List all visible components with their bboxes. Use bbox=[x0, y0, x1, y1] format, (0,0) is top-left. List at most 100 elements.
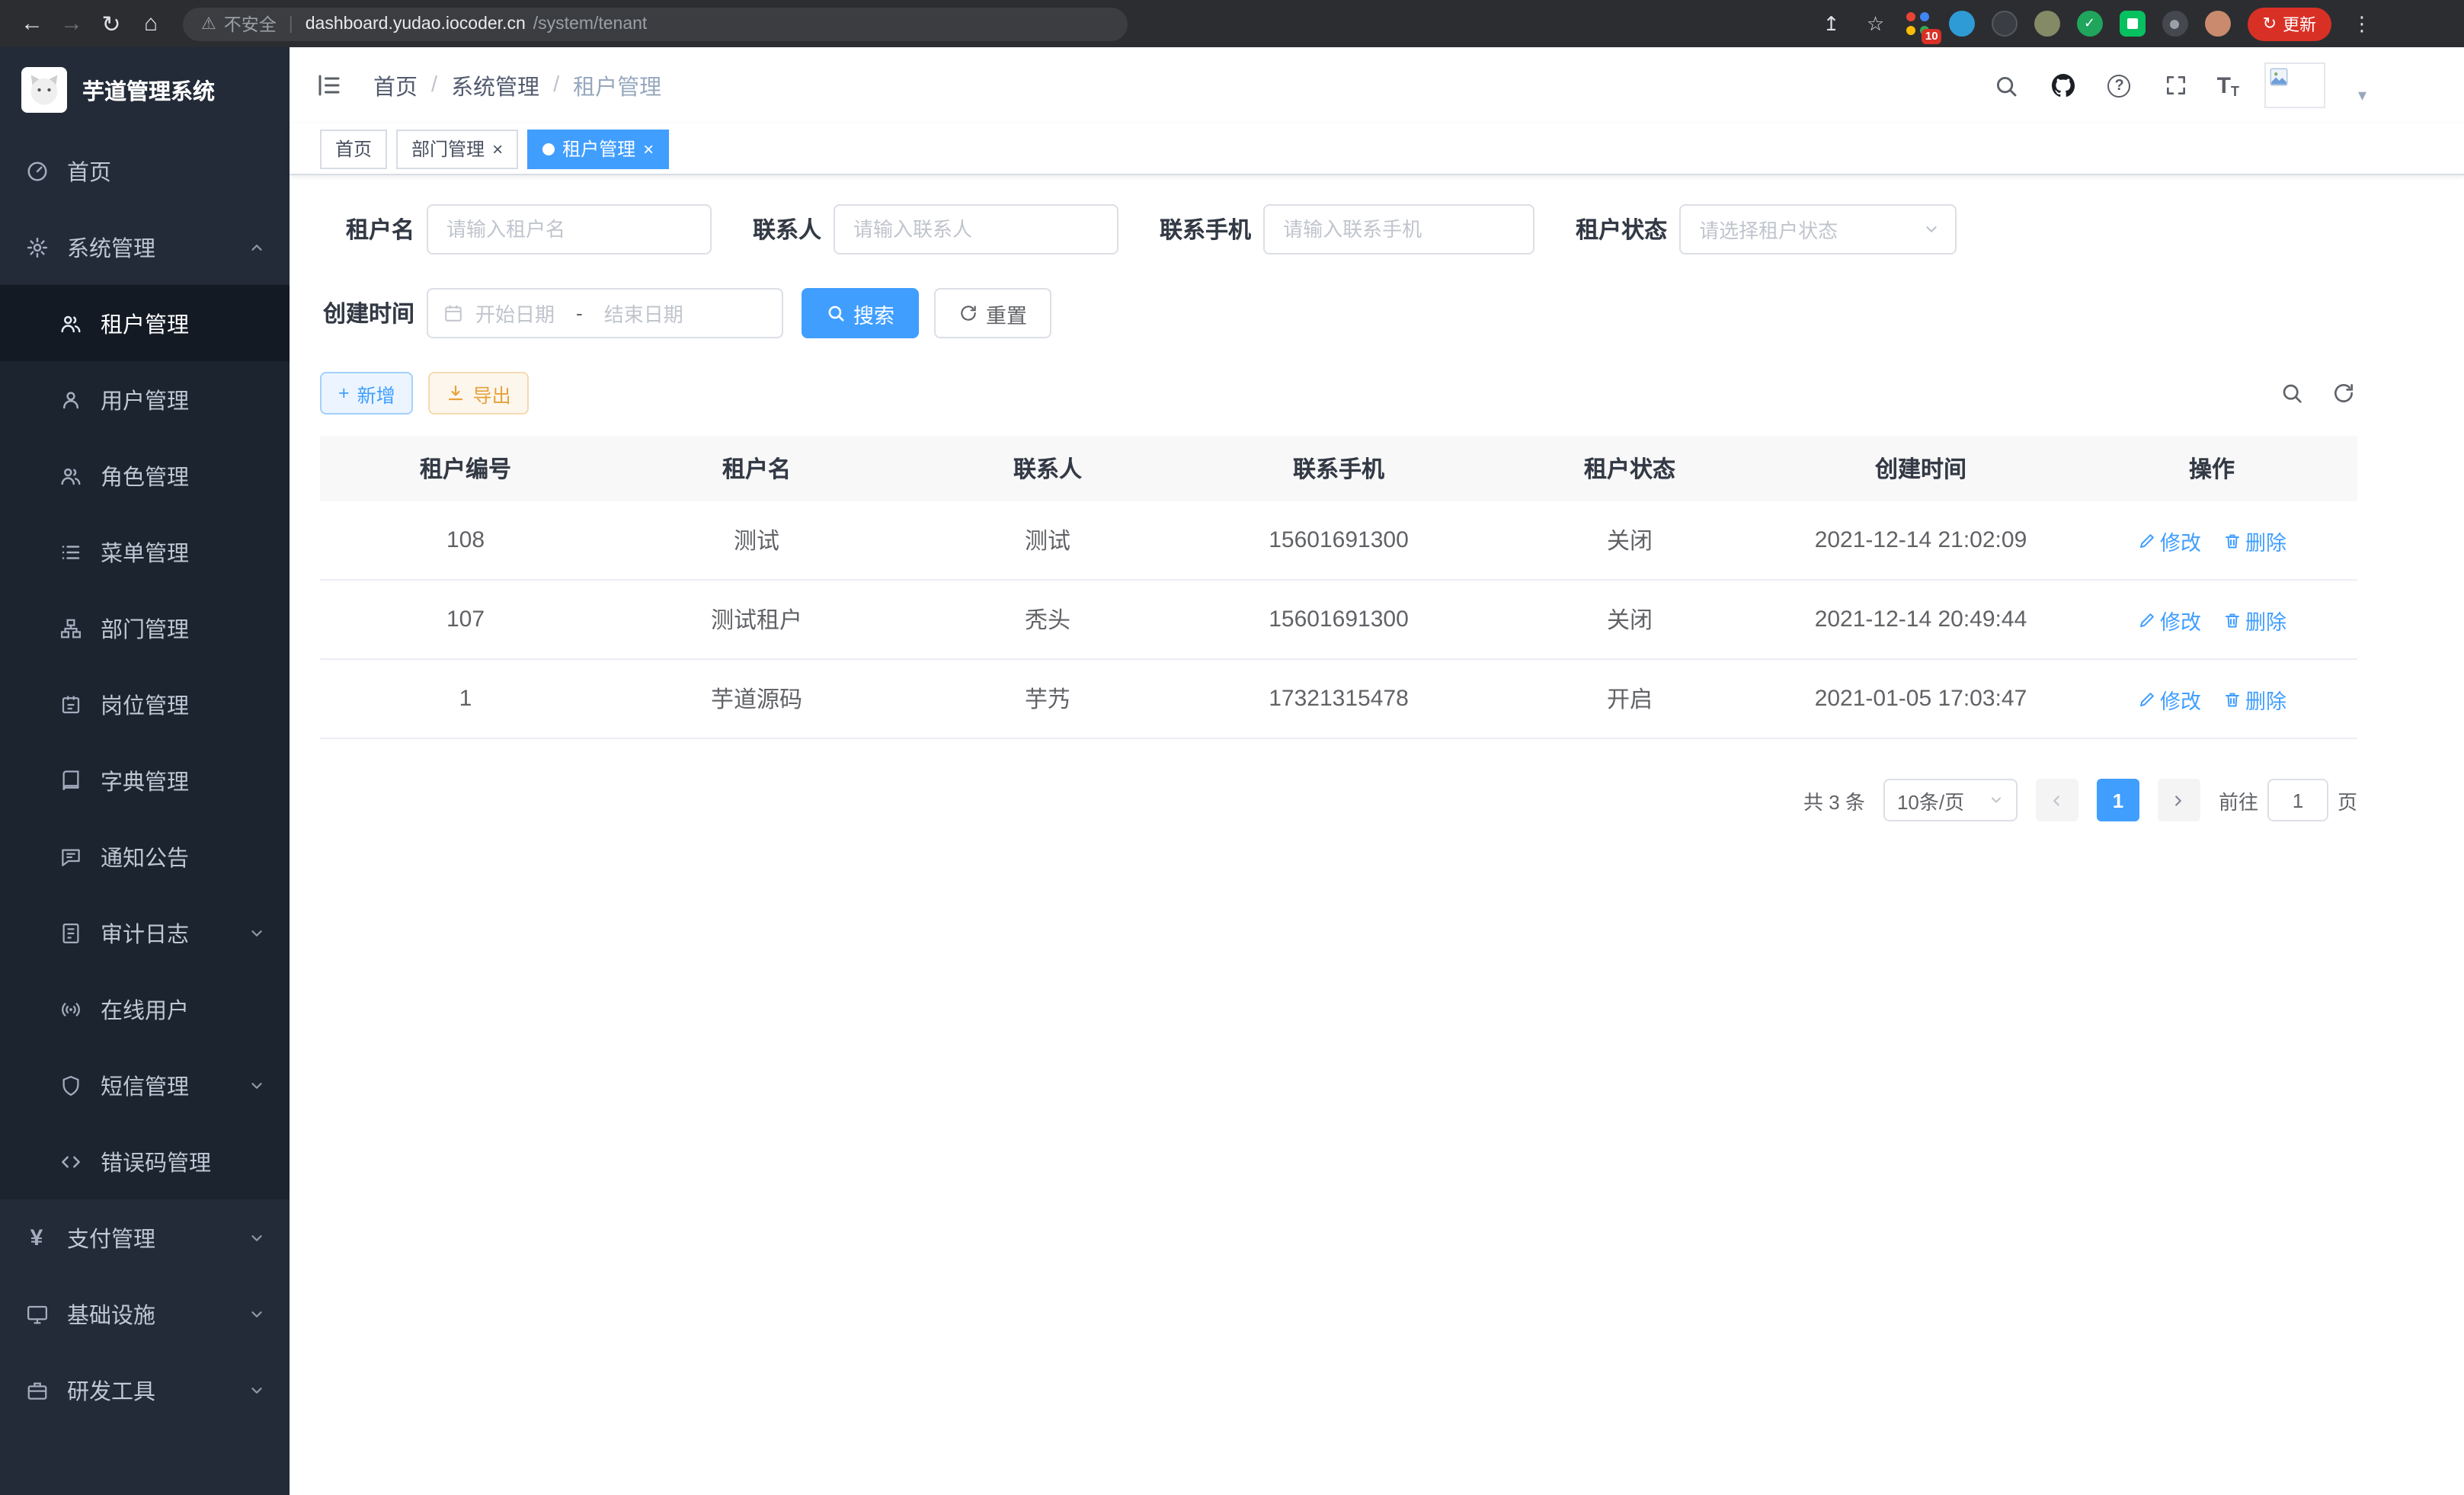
sidebar-item-menus[interactable]: 菜单管理 bbox=[0, 514, 290, 590]
sidebar-item-dev-tools[interactable]: 研发工具 bbox=[0, 1352, 290, 1428]
search-button[interactable]: 搜索 bbox=[802, 288, 919, 338]
status-select[interactable]: 请选择租户状态 bbox=[1679, 204, 1957, 255]
refresh-icon[interactable] bbox=[2330, 379, 2357, 407]
sidebar-item-tenant[interactable]: 租户管理 bbox=[0, 285, 290, 361]
page-size-select[interactable]: 10条/页 bbox=[1883, 779, 2018, 821]
tenant-name-input[interactable] bbox=[427, 204, 712, 255]
font-size-icon[interactable]: TT bbox=[2217, 72, 2239, 98]
download-icon bbox=[447, 384, 466, 402]
sidebar-item-posts[interactable]: 岗位管理 bbox=[0, 666, 290, 742]
chevron-down-icon bbox=[248, 1305, 265, 1322]
browser-menu-kebab-icon[interactable]: ⋮ bbox=[2348, 10, 2376, 37]
create-time-label: 创建时间 bbox=[320, 297, 414, 329]
fullscreen-icon[interactable] bbox=[2161, 70, 2191, 101]
back-icon[interactable]: ← bbox=[12, 5, 52, 42]
sidebar-item-sms[interactable]: 短信管理 bbox=[0, 1047, 290, 1123]
sidebar-item-infrastructure[interactable]: 基础设施 bbox=[0, 1276, 290, 1352]
plus-icon: + bbox=[338, 383, 350, 404]
edit-link[interactable]: 修改 bbox=[2137, 683, 2201, 714]
search-toggle-icon[interactable] bbox=[2278, 379, 2306, 407]
edit-link[interactable]: 修改 bbox=[2137, 525, 2201, 555]
share-icon[interactable]: ↥ bbox=[1818, 10, 1845, 37]
extension-badge: 10 bbox=[1922, 29, 1941, 44]
close-icon[interactable]: × bbox=[492, 139, 503, 158]
date-range-picker[interactable]: 开始日期 - 结束日期 bbox=[427, 288, 783, 338]
tab-department[interactable]: 部门管理 × bbox=[396, 129, 518, 168]
sidebar-item-users[interactable]: 用户管理 bbox=[0, 361, 290, 437]
contact-input[interactable] bbox=[834, 204, 1118, 255]
goto-label: 前往 bbox=[2219, 786, 2258, 815]
profile-avatar[interactable] bbox=[2205, 11, 2231, 37]
avatar[interactable] bbox=[2265, 62, 2326, 108]
page-number-1[interactable]: 1 bbox=[2097, 779, 2139, 821]
omnibox-divider: | bbox=[289, 14, 293, 33]
navbar-actions: ? TT ▾ bbox=[1992, 62, 2366, 108]
sidebar-item-audit-log[interactable]: 审计日志 bbox=[0, 895, 290, 971]
shield-icon bbox=[58, 1073, 82, 1097]
delete-link[interactable]: 删除 bbox=[2222, 525, 2286, 555]
extension-icon[interactable]: ✓ bbox=[2077, 11, 2103, 37]
mobile-label: 联系手机 bbox=[1160, 213, 1251, 245]
screen: ← → ↻ ⌂ ⚠ 不安全 | dashboard.yudao.iocoder.… bbox=[0, 0, 2464, 1495]
close-icon[interactable]: × bbox=[643, 139, 654, 158]
security-warning-icon: ⚠ bbox=[201, 14, 216, 34]
sidebar-item-roles[interactable]: 角色管理 bbox=[0, 437, 290, 514]
delete-link[interactable]: 删除 bbox=[2222, 683, 2286, 714]
app-logo[interactable]: 芋道管理系统 bbox=[0, 47, 290, 133]
logo-image bbox=[21, 67, 67, 113]
sidebar-item-home[interactable]: 首页 bbox=[0, 133, 290, 209]
goto-page-input[interactable] bbox=[2267, 779, 2328, 821]
sidebar-item-error-codes[interactable]: 错误码管理 bbox=[0, 1123, 290, 1199]
extension-icon[interactable] bbox=[1992, 11, 2018, 37]
dashboard-icon bbox=[24, 158, 49, 183]
extension-adblock-icon[interactable]: 10 bbox=[1906, 11, 1932, 37]
edit-link[interactable]: 修改 bbox=[2137, 604, 2201, 635]
active-dot bbox=[542, 142, 555, 155]
extensions-puzzle-icon[interactable] bbox=[2162, 11, 2188, 37]
sidebar-item-notice[interactable]: 通知公告 bbox=[0, 818, 290, 895]
date-separator: - bbox=[576, 302, 583, 325]
add-button[interactable]: + 新增 bbox=[320, 372, 414, 415]
next-page-button[interactable] bbox=[2158, 779, 2200, 821]
tenant-name-label: 租户名 bbox=[320, 213, 414, 245]
filter-row-2: 创建时间 开始日期 - 结束日期 搜索 重置 bbox=[320, 288, 2357, 338]
page-content: 租户名 联系人 联系手机 租户状态 请选择租户状态 bbox=[290, 175, 2464, 1495]
chevron-up-icon bbox=[248, 238, 265, 255]
update-button[interactable]: ↻ 更新 bbox=[2248, 7, 2331, 40]
sidebar-item-dict[interactable]: 字典管理 bbox=[0, 742, 290, 818]
extension-icon[interactable] bbox=[2034, 11, 2060, 37]
breadcrumb-system[interactable]: 系统管理 bbox=[451, 69, 539, 101]
chevron-down-icon[interactable]: ▾ bbox=[2358, 85, 2366, 108]
sidebar-item-departments[interactable]: 部门管理 bbox=[0, 590, 290, 666]
extension-icon[interactable] bbox=[2120, 11, 2146, 37]
sidebar-item-system[interactable]: 系统管理 bbox=[0, 209, 290, 285]
gear-icon bbox=[24, 235, 49, 259]
hamburger-icon[interactable] bbox=[312, 69, 346, 102]
url-path: /system/tenant bbox=[533, 14, 648, 33]
prev-page-button[interactable] bbox=[2036, 779, 2078, 821]
sidebar-item-payment[interactable]: ¥ 支付管理 bbox=[0, 1199, 290, 1276]
delete-link[interactable]: 删除 bbox=[2222, 604, 2286, 635]
github-icon[interactable] bbox=[2048, 70, 2078, 101]
reload-icon[interactable]: ↻ bbox=[91, 5, 131, 42]
mobile-input[interactable] bbox=[1263, 204, 1534, 255]
broadcast-icon bbox=[58, 997, 82, 1021]
breadcrumb-home[interactable]: 首页 bbox=[373, 69, 418, 101]
sidebar-item-online-users[interactable]: 在线用户 bbox=[0, 971, 290, 1047]
help-icon[interactable]: ? bbox=[2104, 70, 2135, 101]
bookmark-star-icon[interactable]: ☆ bbox=[1862, 10, 1890, 37]
forward-icon[interactable]: → bbox=[52, 5, 91, 42]
reset-button[interactable]: 重置 bbox=[934, 288, 1051, 338]
top-navbar: 首页 / 系统管理 / 租户管理 ? bbox=[290, 47, 2464, 123]
extension-icon[interactable] bbox=[1949, 11, 1975, 37]
export-button[interactable]: 导出 bbox=[429, 372, 530, 415]
chevron-down-icon bbox=[248, 1077, 265, 1093]
tab-home[interactable]: 首页 bbox=[320, 129, 387, 168]
address-bar[interactable]: ⚠ 不安全 | dashboard.yudao.iocoder.cn/syste… bbox=[183, 7, 1128, 40]
book-icon bbox=[58, 768, 82, 792]
search-icon[interactable] bbox=[1992, 70, 2022, 101]
tab-tenant[interactable]: 租户管理 × bbox=[527, 129, 669, 168]
roles-icon bbox=[58, 463, 82, 488]
home-icon[interactable]: ⌂ bbox=[131, 5, 171, 42]
calendar-icon bbox=[443, 303, 463, 323]
